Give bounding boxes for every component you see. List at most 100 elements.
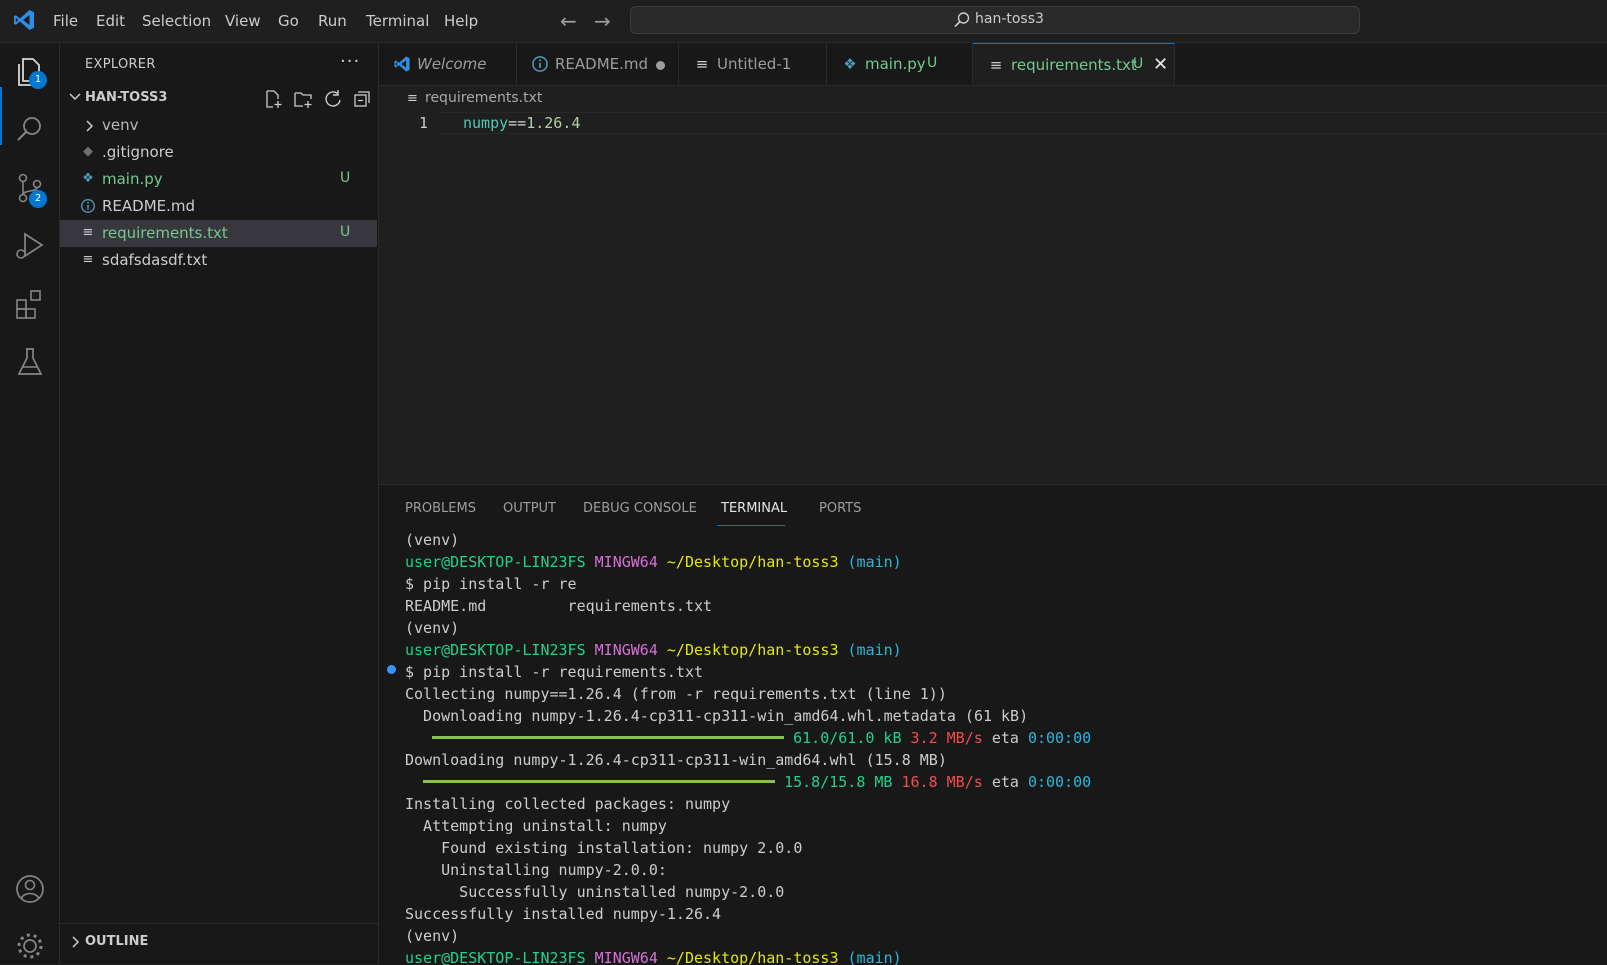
tab-terminal[interactable]: TERMINAL bbox=[721, 501, 787, 516]
tab-debug-console[interactable]: DEBUG CONSOLE bbox=[583, 501, 697, 516]
tab-label: Untitled-1 bbox=[717, 55, 792, 73]
tab-label: Welcome bbox=[417, 55, 487, 73]
tab-ports[interactable]: PORTS bbox=[819, 501, 861, 516]
info-icon bbox=[532, 56, 548, 72]
code-operator: == bbox=[508, 114, 527, 132]
code-version: 1.26.4 bbox=[526, 114, 581, 132]
explorer-sidebar: EXPLORER ··· HAN-TOSS3 venv ◆ .gitignore… bbox=[60, 43, 379, 964]
close-icon[interactable]: ✕ bbox=[1153, 54, 1168, 75]
prompt-path: ~/Desktop/han-toss3 bbox=[666, 641, 839, 659]
menu-selection[interactable]: Selection bbox=[142, 12, 211, 30]
file-item-readme[interactable]: README.md bbox=[60, 193, 377, 220]
terminal-line: Uninstalling numpy-2.0.0: bbox=[405, 861, 667, 879]
collapse-all-icon[interactable] bbox=[352, 89, 372, 109]
file-item-requirements[interactable]: ≡ requirements.txt U bbox=[60, 220, 377, 247]
command-center-search[interactable]: han-toss3 bbox=[630, 6, 1360, 34]
terminal-line: README.md requirements.txt bbox=[405, 597, 713, 615]
explorer-icon[interactable]: 1 bbox=[13, 55, 47, 89]
code-package: numpy bbox=[463, 114, 509, 132]
run-debug-icon[interactable] bbox=[13, 229, 47, 263]
terminal-output[interactable]: (venv) user@DESKTOP-LIN23FS MINGW64 ~/De… bbox=[405, 529, 1595, 965]
prompt-branch: (main) bbox=[847, 641, 902, 659]
menu-help[interactable]: Help bbox=[444, 12, 478, 30]
tab-main-py[interactable]: ❖ main.py U bbox=[827, 43, 973, 85]
terminal-line: (venv) bbox=[405, 619, 460, 637]
progress-bar-metadata bbox=[432, 736, 785, 739]
source-control-icon[interactable]: 2 bbox=[13, 171, 47, 208]
python-icon: ❖ bbox=[843, 55, 857, 73]
activity-bar: 1 2 bbox=[0, 43, 60, 964]
untracked-status: U bbox=[1133, 56, 1144, 72]
extensions-icon[interactable] bbox=[13, 287, 47, 321]
search-icon[interactable] bbox=[13, 113, 47, 147]
testing-flask-icon[interactable] bbox=[13, 345, 47, 379]
terminal-line: Successfully installed numpy-1.26.4 bbox=[405, 905, 722, 923]
search-icon bbox=[954, 12, 970, 28]
prompt-user: user@DESKTOP-LIN23FS bbox=[405, 949, 586, 965]
file-label: venv bbox=[102, 116, 139, 134]
more-actions-icon[interactable]: ··· bbox=[340, 51, 360, 72]
tab-problems[interactable]: PROBLEMS bbox=[405, 501, 476, 516]
prompt-env: MINGW64 bbox=[594, 641, 658, 659]
terminal-line: Installing collected packages: numpy bbox=[405, 795, 731, 813]
command-center-label: han-toss3 bbox=[975, 11, 1044, 27]
active-tab-underline bbox=[717, 525, 785, 526]
file-item-gitignore[interactable]: ◆ .gitignore bbox=[60, 139, 377, 166]
command-decoration-dot[interactable] bbox=[387, 665, 396, 674]
prompt-path: ~/Desktop/han-toss3 bbox=[666, 949, 839, 965]
active-indicator bbox=[0, 87, 2, 145]
unsaved-dot-icon[interactable] bbox=[656, 61, 665, 70]
file-item-venv[interactable]: venv bbox=[60, 112, 377, 139]
python-icon: ❖ bbox=[82, 171, 94, 186]
terminal-progress-line: 61.0/61.0 kB 3.2 MB/s eta 0:00:00 bbox=[405, 727, 1595, 749]
file-label: main.py bbox=[102, 170, 163, 188]
text-file-icon: ≡ bbox=[695, 55, 709, 73]
terminal-line: Attempting uninstall: numpy bbox=[405, 817, 667, 835]
new-file-icon[interactable] bbox=[263, 89, 283, 109]
menu-terminal[interactable]: Terminal bbox=[366, 12, 429, 30]
file-item-sdafsdasdf[interactable]: ≡ sdafsdasdf.txt bbox=[60, 247, 377, 274]
menu-run[interactable]: Run bbox=[318, 12, 347, 30]
file-label: README.md bbox=[102, 197, 196, 215]
terminal-line: (venv) bbox=[405, 927, 460, 945]
outline-section-header[interactable]: OUTLINE bbox=[60, 923, 378, 964]
code-line[interactable]: numpy==1.26.4 bbox=[463, 114, 580, 132]
tab-requirements[interactable]: ≡ requirements.txt U ✕ bbox=[973, 43, 1175, 85]
account-icon[interactable] bbox=[13, 872, 47, 906]
terminal-line: Collecting numpy==1.26.4 (from -r requir… bbox=[405, 685, 947, 703]
tab-untitled-1[interactable]: ≡ Untitled-1 bbox=[679, 43, 827, 85]
refresh-icon[interactable] bbox=[323, 89, 343, 109]
new-folder-icon[interactable] bbox=[293, 89, 313, 109]
breadcrumb[interactable]: requirements.txt bbox=[425, 90, 542, 106]
menu-edit[interactable]: Edit bbox=[96, 12, 125, 30]
menu-go[interactable]: Go bbox=[278, 12, 299, 30]
forward-arrow-icon[interactable]: → bbox=[594, 9, 611, 33]
folder-header[interactable]: HAN-TOSS3 bbox=[60, 85, 378, 111]
terminal-progress-line: 15.8/15.8 MB 16.8 MB/s eta 0:00:00 bbox=[405, 771, 1595, 793]
prompt-env: MINGW64 bbox=[594, 553, 658, 571]
title-bar: File Edit Selection View Go Run Terminal… bbox=[0, 0, 1607, 43]
source-control-badge: 2 bbox=[29, 190, 47, 208]
prompt-env: MINGW64 bbox=[594, 949, 658, 965]
progress-eta: 0:00:00 bbox=[1027, 773, 1092, 791]
back-arrow-icon[interactable]: ← bbox=[560, 9, 577, 33]
tab-output[interactable]: OUTPUT bbox=[503, 501, 556, 516]
text-file-icon: ≡ bbox=[407, 91, 418, 106]
file-item-main-py[interactable]: ❖ main.py U bbox=[60, 166, 377, 193]
menu-view[interactable]: View bbox=[225, 12, 261, 30]
explorer-badge: 1 bbox=[29, 71, 47, 89]
terminal-line: Downloading numpy-1.26.4-cp311-cp311-win… bbox=[405, 707, 1029, 725]
file-label: sdafsdasdf.txt bbox=[102, 251, 208, 269]
menu-file[interactable]: File bbox=[53, 12, 78, 30]
line-number: 1 bbox=[419, 114, 429, 132]
tab-label: main.py bbox=[865, 55, 926, 73]
progress-speed: 16.8 MB/s bbox=[901, 773, 983, 791]
tab-welcome[interactable]: Welcome bbox=[379, 43, 517, 85]
progress-size: 15.8/15.8 MB bbox=[784, 773, 893, 791]
tab-readme[interactable]: README.md bbox=[517, 43, 679, 85]
file-label: requirements.txt bbox=[102, 224, 228, 242]
editor-area[interactable]: ≡ requirements.txt 1 numpy==1.26.4 bbox=[379, 86, 1607, 484]
manage-gear-icon[interactable] bbox=[13, 929, 47, 959]
text-file-icon: ≡ bbox=[989, 56, 1003, 74]
vscode-logo-icon bbox=[14, 10, 34, 30]
